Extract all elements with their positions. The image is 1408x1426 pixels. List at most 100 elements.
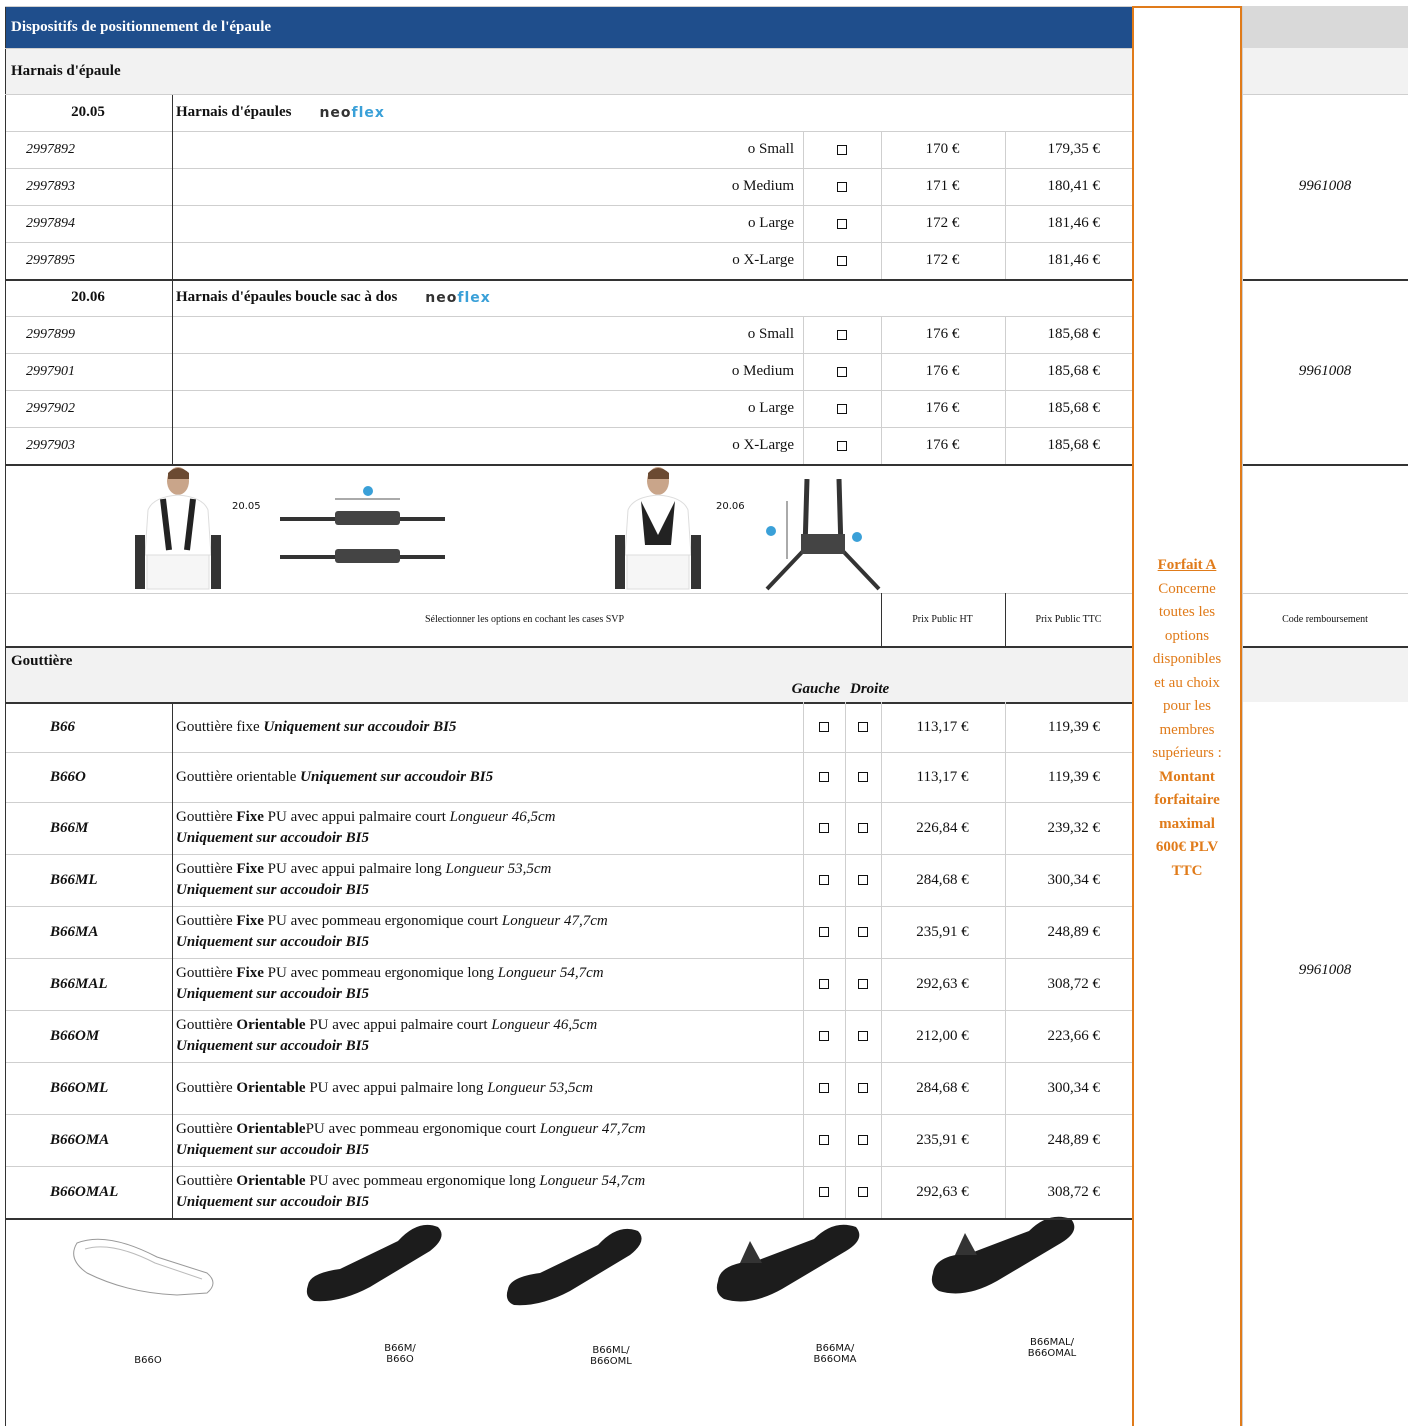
gutter-desc-strong: Orientable [236,1079,306,1096]
grid-line [172,94,173,279]
gutter-image-label: B66O [113,1355,183,1366]
gutter-image-label-line1: B66O [134,1355,162,1366]
gutter-image-label-line2: B66OMA [813,1354,857,1365]
size-checkbox[interactable] [803,168,881,205]
checkbox-gauche[interactable] [803,1010,845,1062]
checkbox-icon [819,1135,829,1145]
grid-line [5,242,1132,243]
gutter-desc-length: Longueur 47,7cm [501,913,608,929]
price-ht: 176 € [925,326,960,342]
price-ttc: 185,68 € [1047,400,1101,416]
col-header-code: Code remboursement [1282,613,1368,625]
size-checkbox[interactable] [803,205,881,242]
checkbox-gauche[interactable] [803,1062,845,1114]
size-checkbox[interactable] [803,242,881,279]
gutter-b66ml-image [506,1228,642,1306]
checkbox-droite[interactable] [845,702,881,752]
gutter-desc-pre: Gouttière [176,913,237,929]
size-checkbox[interactable] [803,131,881,168]
gutter-price-ttc: 300,34 € [1047,1079,1101,1096]
size-checkbox[interactable] [803,427,881,464]
price-ht: 172 € [925,215,960,231]
checkbox-gauche[interactable] [803,752,845,802]
grid-line [1005,131,1006,279]
checkbox-droite[interactable] [845,1010,881,1062]
price-ttc: 180,41 € [1047,178,1101,194]
size-checkbox[interactable] [803,353,881,390]
price-ht: 176 € [925,400,960,416]
grid-line [5,316,1132,317]
gutter-price-ttc: 300,34 € [1047,871,1101,888]
gutter-price-ht: 212,00 € [916,1027,969,1044]
neoflex-logo: neoflex [425,290,491,306]
checkbox-gauche[interactable] [803,906,845,958]
checkbox-gauche[interactable] [803,802,845,854]
grid-line [5,1062,1132,1063]
gutter-description-text: Gouttière Fixe PU avec pommeau ergonomiq… [176,911,608,953]
grid-line [5,279,1132,281]
gutter-section-bg [5,647,1132,702]
grid-line [1242,6,1243,1426]
gutter-desc-only: Uniquement sur accoudoir BI5 [263,718,457,735]
gutter-desc-strong: Fixe [236,809,264,825]
checkbox-droite[interactable] [845,802,881,854]
sku: 2997892 [26,141,75,157]
grid-line [5,1166,1132,1167]
checkbox-icon [819,1083,829,1093]
size-checkbox[interactable] [803,316,881,353]
gutter-image-label: B66M/B66O [365,1343,435,1365]
gutter-desc-line1: Gouttière orientable Uniquement sur acco… [176,769,493,785]
checkbox-gauche[interactable] [803,854,845,906]
gutter-desc-length: Longueur 54,7cm [497,965,604,981]
checkbox-gauche[interactable] [803,1114,845,1166]
checkbox-gauche[interactable] [803,702,845,752]
gutter-ref: B66ML [50,871,98,888]
size-option: o Large [748,215,794,231]
checkbox-icon [837,144,847,155]
gutter-b66ma-image [716,1224,860,1302]
size-checkbox[interactable] [803,390,881,427]
gutter-price-ttc: 308,72 € [1047,975,1101,992]
gutter-ref: B66MA [50,923,99,940]
gutter-reimbursement-code: 9961008 [1298,961,1352,978]
grid-line [1242,593,1408,594]
gutter-image-label: B66ML/B66OML [576,1345,646,1367]
neoflex-logo: neoflex [319,105,385,121]
checkbox-droite[interactable] [845,854,881,906]
grid-line [5,6,1132,7]
gutter-section-bg-right [1242,647,1408,702]
gutter-description-text: Gouttière fixe Uniquement sur accoudoir … [176,717,456,738]
grid-line [1242,646,1408,648]
backpack-harness-diagram [765,479,881,591]
gutter-image-label-line1: B66ML/ [592,1345,630,1356]
neoflex-logo-part2: flex [351,104,385,121]
grid-line [5,94,1132,95]
checkbox-gauche[interactable] [803,958,845,1010]
image-label-20-06: 20.06 [716,501,745,512]
checkbox-droite[interactable] [845,906,881,958]
checkbox-droite[interactable] [845,1062,881,1114]
gutter-image-label-line2: B66OML [590,1356,632,1367]
grid-line [5,906,1132,907]
checkbox-icon [819,823,829,833]
price-ht: 176 € [925,437,960,453]
gutter-desc-pre: Gouttière [176,1121,237,1137]
col-header-ttc: Prix Public TTC [1035,613,1102,625]
gutter-price-ttc: 223,66 € [1047,1027,1101,1044]
grid-line [1242,464,1408,466]
checkbox-droite[interactable] [845,1114,881,1166]
sku: 2997894 [26,215,75,231]
gutter-image-label-line2: B66O [386,1354,414,1365]
forfait-bold-line: Montant [1159,768,1215,785]
gutter-desc-only: Uniquement sur accoudoir BI5 [176,986,369,1002]
gutter-desc-line1: Gouttière fixe Uniquement sur accoudoir … [176,719,456,735]
gutter-desc-line1: Gouttière Fixe PU avec pommeau ergonomiq… [176,913,608,929]
gutter-description: Gouttière Fixe PU avec appui palmaire lo… [176,854,801,906]
gutter-price-ht: 235,91 € [916,1131,969,1148]
checkbox-droite[interactable] [845,752,881,802]
grid-line [172,702,173,1218]
neoflex-logo-part1: neo [319,104,352,121]
checkbox-droite[interactable] [845,958,881,1010]
size-option: o X-Large [732,252,794,268]
gutter-desc-only: Uniquement sur accoudoir BI5 [300,768,494,785]
